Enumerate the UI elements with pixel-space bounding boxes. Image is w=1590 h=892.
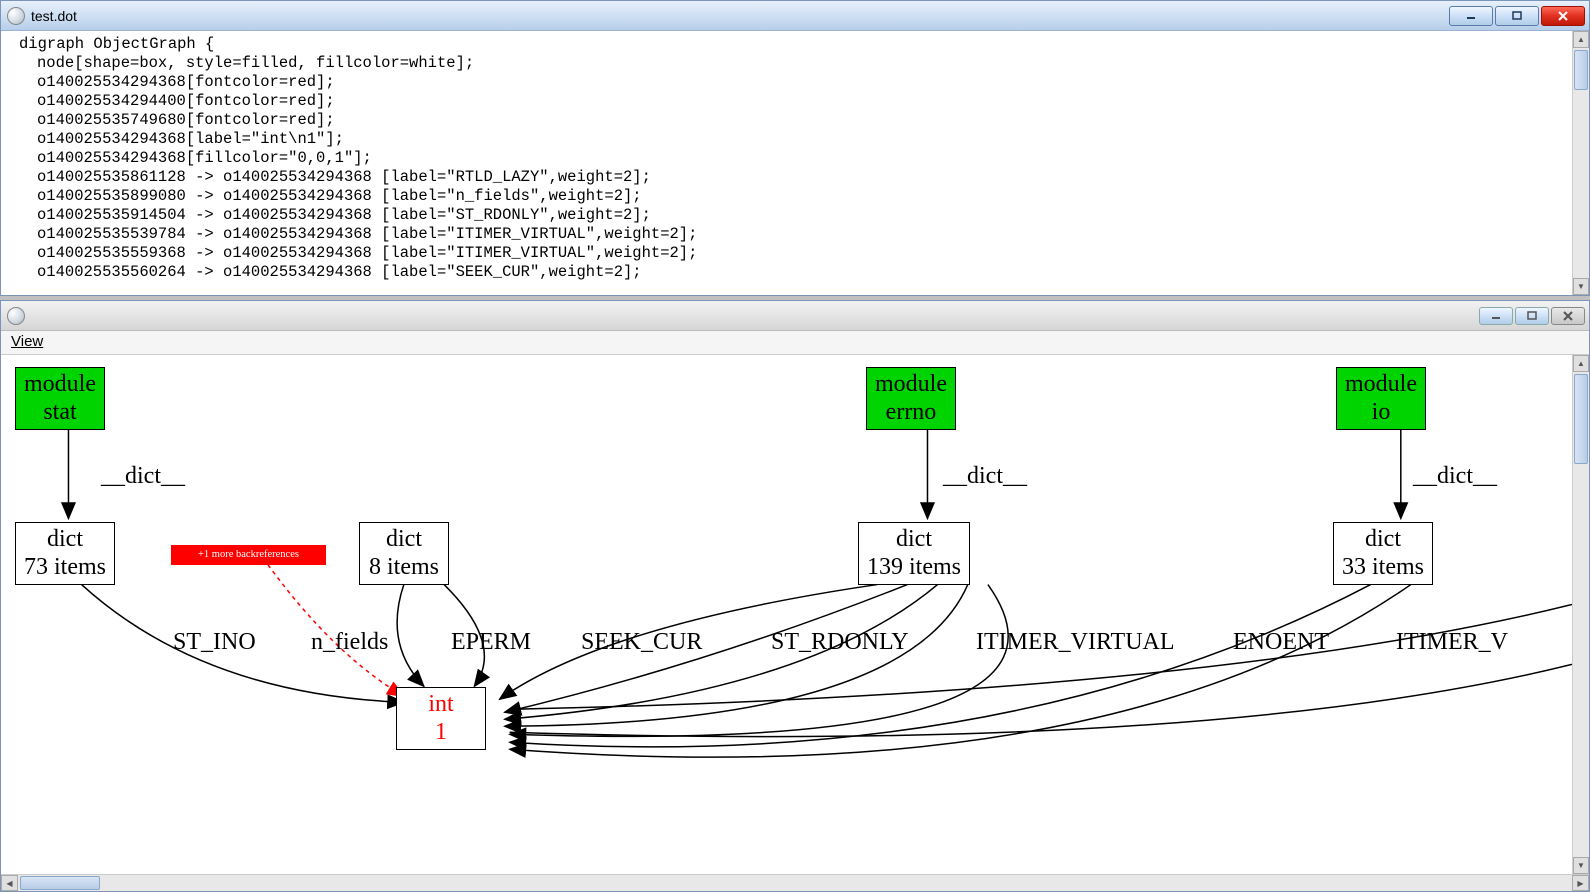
- edge-label-dict: __dict__: [943, 463, 1027, 490]
- edge-label-st-ino: ST_INO: [173, 629, 256, 656]
- app-icon: [7, 7, 25, 25]
- scroll-track[interactable]: [1573, 48, 1589, 278]
- node-line1: dict: [867, 526, 961, 554]
- node-dict-73[interactable]: dict 73 items: [15, 522, 115, 585]
- scroll-up-arrow[interactable]: ▲: [1573, 31, 1589, 48]
- menubar: View: [1, 331, 1589, 355]
- window-controls: [1449, 6, 1585, 26]
- code-line: o140025534294368[fillcolor="0,0,1"];: [19, 149, 1562, 168]
- node-module-io[interactable]: module io: [1336, 367, 1426, 430]
- graph-canvas[interactable]: module stat module errno module io dict …: [1, 355, 1572, 874]
- node-module-stat[interactable]: module stat: [15, 367, 105, 430]
- scroll-thumb[interactable]: [1574, 374, 1588, 464]
- node-more-backrefs[interactable]: +1 more backreferences: [171, 545, 326, 565]
- viewer-window: View: [0, 300, 1590, 892]
- menu-view[interactable]: View: [11, 333, 43, 350]
- titlebar-editor[interactable]: test.dot: [1, 1, 1589, 31]
- edge-label-dict: __dict__: [1413, 463, 1497, 490]
- mdi-close-button[interactable]: [1551, 307, 1585, 325]
- node-dict-8[interactable]: dict 8 items: [359, 522, 449, 585]
- node-line2: 1: [405, 719, 477, 747]
- vertical-scrollbar-viewer[interactable]: ▲ ▼: [1572, 355, 1589, 874]
- node-int-1[interactable]: int 1: [396, 687, 486, 750]
- node-line2: 73 items: [24, 554, 106, 582]
- node-line2: 33 items: [1342, 554, 1424, 582]
- code-line: node[shape=box, style=filled, fillcolor=…: [19, 54, 1562, 73]
- mdi-minimize-button[interactable]: [1479, 307, 1513, 325]
- code-line: o140025535899080 -> o140025534294368 [la…: [19, 187, 1562, 206]
- code-line: o140025535914504 -> o140025534294368 [la…: [19, 206, 1562, 225]
- code-line: o140025535539784 -> o140025534294368 [la…: [19, 225, 1562, 244]
- titlebar-viewer[interactable]: [1, 301, 1589, 331]
- code-line: o140025534294368[fontcolor=red];: [19, 73, 1562, 92]
- code-line: o140025535560264 -> o140025534294368 [la…: [19, 263, 1562, 282]
- edge-label-itimer-virtual: ITIMER_VIRTUAL: [976, 629, 1175, 656]
- scroll-right-arrow[interactable]: ▶: [1572, 875, 1589, 891]
- code-line: o140025534294400[fontcolor=red];: [19, 92, 1562, 111]
- node-line1: module: [24, 371, 96, 399]
- edge-label-eperm: EPERM: [451, 629, 531, 656]
- horizontal-scrollbar[interactable]: ◀ ▶: [1, 874, 1589, 891]
- node-line1: module: [875, 371, 947, 399]
- close-button[interactable]: [1541, 6, 1585, 26]
- node-line1: dict: [24, 526, 106, 554]
- edge-label-seek-cur: SEEK_CUR: [581, 629, 702, 656]
- title-text: test.dot: [31, 8, 1449, 24]
- graph-area: module stat module errno module io dict …: [1, 355, 1589, 874]
- code-line: digraph ObjectGraph {: [19, 35, 214, 53]
- node-line1: int: [405, 691, 477, 719]
- edge-label-st-rdonly: ST_RDONLY: [771, 629, 909, 656]
- node-line1: module: [1345, 371, 1417, 399]
- code-line: o140025535861128 -> o140025534294368 [la…: [19, 168, 1562, 187]
- scroll-down-arrow[interactable]: ▼: [1573, 278, 1589, 295]
- edge-label-enoent: ENOENT: [1233, 629, 1329, 656]
- edges-layer: [1, 355, 1572, 874]
- node-line2: stat: [24, 399, 96, 427]
- node-line1: dict: [368, 526, 440, 554]
- text-content[interactable]: digraph ObjectGraph { node[shape=box, st…: [1, 31, 1572, 295]
- code-line: o140025535749680[fontcolor=red];: [19, 111, 1562, 130]
- hscroll-thumb[interactable]: [20, 876, 100, 890]
- node-line2: 139 items: [867, 554, 961, 582]
- scroll-left-arrow[interactable]: ◀: [1, 875, 18, 891]
- node-line2: 8 items: [368, 554, 440, 582]
- edge-label-dict: __dict__: [101, 463, 185, 490]
- node-dict-139[interactable]: dict 139 items: [858, 522, 970, 585]
- hscroll-track[interactable]: [18, 875, 1572, 891]
- maximize-button[interactable]: [1495, 6, 1539, 26]
- node-line2: errno: [875, 399, 947, 427]
- edge-label-itimer-v: ITIMER_V: [1396, 629, 1508, 656]
- node-text: +1 more backreferences: [198, 549, 299, 560]
- code-line: o140025535559368 -> o140025534294368 [la…: [19, 244, 1562, 263]
- mdi-restore-button[interactable]: [1515, 307, 1549, 325]
- edge-label-n-fields: n_fields: [311, 629, 388, 656]
- node-line2: io: [1345, 399, 1417, 427]
- editor-window: test.dot digraph ObjectGraph { node[shap…: [0, 0, 1590, 296]
- scroll-thumb[interactable]: [1574, 50, 1588, 90]
- window-controls-mdi: [1479, 307, 1585, 325]
- vertical-scrollbar[interactable]: ▲ ▼: [1572, 31, 1589, 295]
- minimize-button[interactable]: [1449, 6, 1493, 26]
- scroll-up-arrow[interactable]: ▲: [1573, 355, 1589, 372]
- code-line: o140025534294368[label="int\n1"];: [19, 130, 1562, 149]
- scroll-track[interactable]: [1573, 372, 1589, 857]
- node-module-errno[interactable]: module errno: [866, 367, 956, 430]
- node-line1: dict: [1342, 526, 1424, 554]
- app-icon: [7, 307, 25, 325]
- scroll-down-arrow[interactable]: ▼: [1573, 857, 1589, 874]
- editor-area: digraph ObjectGraph { node[shape=box, st…: [1, 31, 1589, 295]
- node-dict-33[interactable]: dict 33 items: [1333, 522, 1433, 585]
